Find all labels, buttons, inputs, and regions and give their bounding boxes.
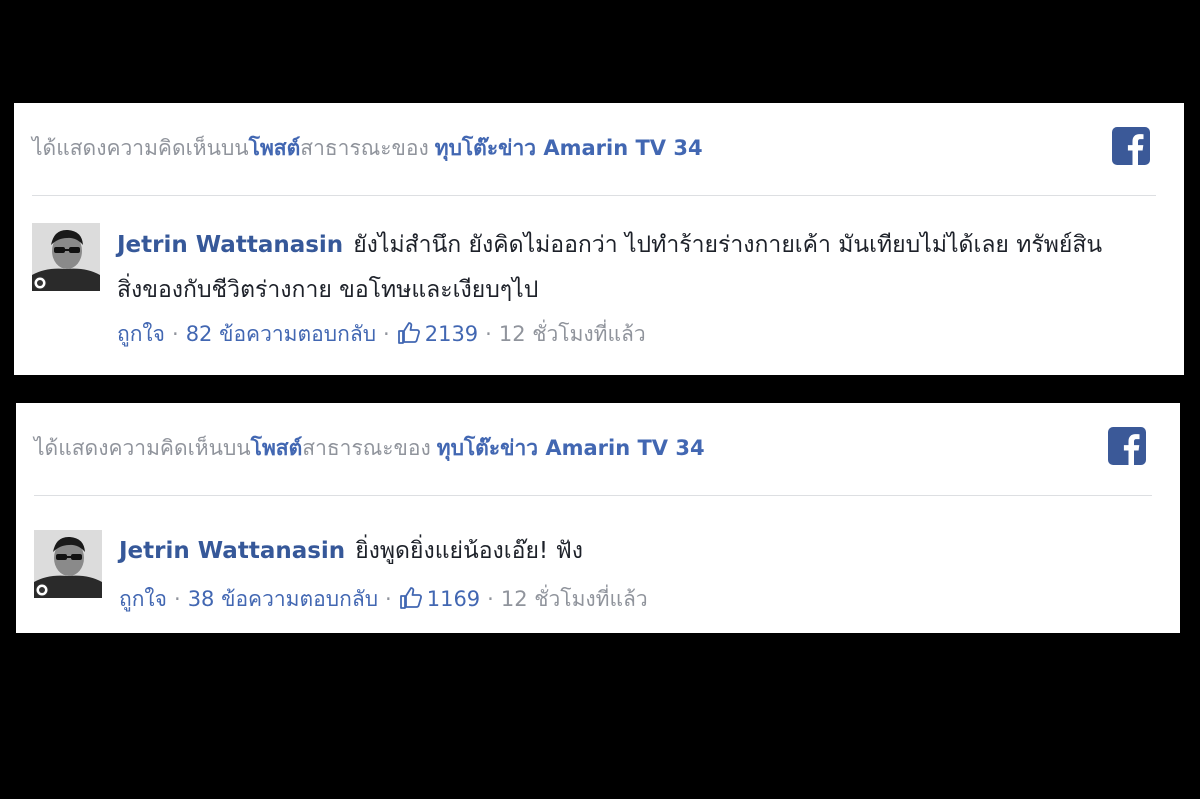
header-suffix: สาธารณะของ xyxy=(302,436,431,460)
avatar[interactable] xyxy=(34,530,102,598)
screenshot-stage: ได้แสดงความคิดเห็นบนโพสต์สาธารณะของ ทุบโต… xyxy=(0,0,1200,799)
page-name-link[interactable]: ทุบโต๊ะข่าว Amarin TV 34 xyxy=(437,436,705,460)
header-suffix: สาธารณะของ xyxy=(300,136,429,160)
comment-actions: ถูกใจ · 38 ข้อความตอบกลับ · 1169 · 12 ชั่วโมงท… xyxy=(119,584,648,618)
header-divider xyxy=(32,195,1156,196)
like-link[interactable]: ถูกใจ xyxy=(117,322,165,346)
facebook-icon[interactable] xyxy=(1108,427,1146,465)
comment-actions: ถูกใจ · 82 ข้อความตอบกลับ · 2139 · 12 ชั่วโมงท… xyxy=(117,319,646,353)
like-link[interactable]: ถูกใจ xyxy=(119,587,167,611)
card-header: ได้แสดงความคิดเห็นบนโพสต์สาธารณะของ ทุบโต… xyxy=(34,433,1150,463)
header-prefix: ได้แสดงความคิดเห็นบน xyxy=(34,436,251,460)
thumbs-up-icon[interactable] xyxy=(399,586,423,618)
separator-dot: · xyxy=(174,587,181,611)
replies-link[interactable]: 38 ข้อความตอบกลับ xyxy=(188,587,378,611)
like-count: 1169 xyxy=(426,587,481,611)
card-header: ได้แสดงความคิดเห็นบนโพสต์สาธารณะของ ทุบโต… xyxy=(32,133,1154,163)
header-divider xyxy=(34,495,1152,496)
author-name[interactable]: Jetrin Wattanasin xyxy=(119,538,345,564)
separator-dot: · xyxy=(172,322,179,346)
replies-link[interactable]: 82 ข้อความตอบกลับ xyxy=(186,322,376,346)
timestamp[interactable]: 12 ชั่วโมงที่แล้ว xyxy=(499,322,646,346)
header-prefix: ได้แสดงความคิดเห็นบน xyxy=(32,136,249,160)
post-link[interactable]: โพสต์ xyxy=(249,136,301,160)
facebook-icon[interactable] xyxy=(1112,127,1150,165)
author-name[interactable]: Jetrin Wattanasin xyxy=(117,232,343,258)
comment-body: Jetrin Wattanasin ยังไม่สำนึก ยังคิดไม่ออ… xyxy=(117,223,1154,313)
comment-card: ได้แสดงความคิดเห็นบนโพสต์สาธารณะของ ทุบโต… xyxy=(14,103,1184,375)
avatar[interactable] xyxy=(32,223,100,291)
separator-dot: · xyxy=(485,322,492,346)
separator-dot: · xyxy=(383,322,390,346)
separator-dot: · xyxy=(385,587,392,611)
page-name-link[interactable]: ทุบโต๊ะข่าว Amarin TV 34 xyxy=(435,136,703,160)
separator-dot: · xyxy=(487,587,494,611)
thumbs-up-icon[interactable] xyxy=(397,321,421,353)
like-count: 2139 xyxy=(424,322,479,346)
comment-body: Jetrin Wattanasin ยิ่งพูดยิ่งแย่น้องเอ๊ย!… xyxy=(119,529,1150,574)
comment-card: ได้แสดงความคิดเห็นบนโพสต์สาธารณะของ ทุบโต… xyxy=(16,403,1180,633)
timestamp[interactable]: 12 ชั่วโมงที่แล้ว xyxy=(501,587,648,611)
comment-text: ยิ่งพูดยิ่งแย่น้องเอ๊ย! ฟัง xyxy=(355,538,583,564)
post-link[interactable]: โพสต์ xyxy=(251,436,303,460)
